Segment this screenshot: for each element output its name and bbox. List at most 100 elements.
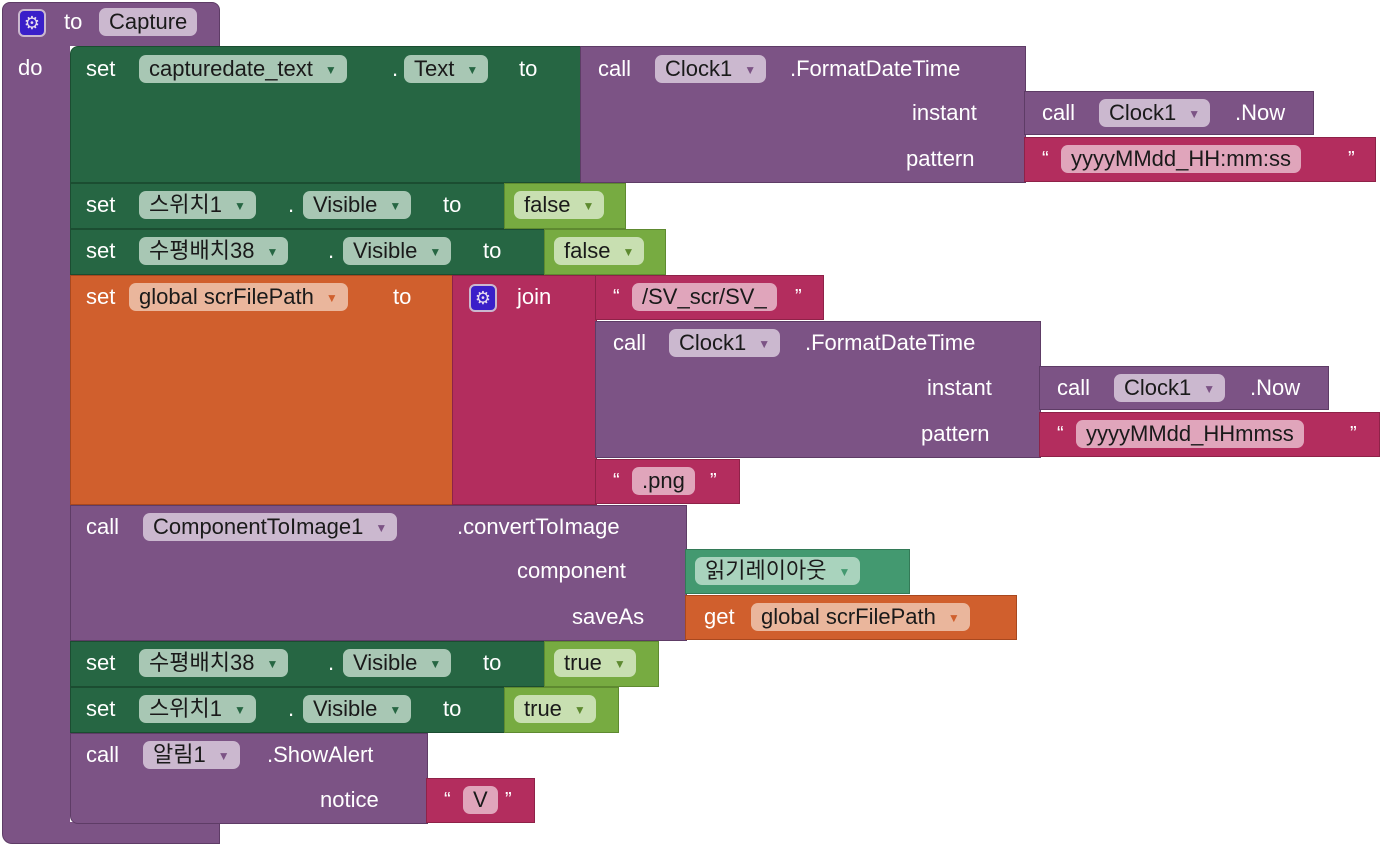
dropdown-arrow-icon: ▼ [947,611,960,625]
text-field[interactable]: .png [632,467,695,495]
pattern-label: pattern [906,146,975,171]
clock-dropdown[interactable]: Clock1 ▼ [655,55,767,83]
quote-close: ” [710,470,717,492]
property-dropdown[interactable]: Visible ▼ [303,695,412,723]
call-keyword: call [86,514,120,539]
text-field[interactable]: /SV_scr/SV_ [632,283,777,311]
instant-label: instant [912,100,977,125]
call-keyword: call [1057,375,1091,400]
boolean-value: true [524,696,562,721]
component-dropdown[interactable]: ComponentToImage1 ▼ [143,513,398,541]
to-keyword: to [393,284,412,309]
get-keyword: get [704,604,735,629]
dropdown-arrow-icon: ▼ [266,245,279,259]
dot: . [288,696,295,721]
component-value-dropdown[interactable]: 읽기레이아웃 ▼ [695,557,861,585]
quote-open: “ [613,470,620,492]
method-name: .Now [1250,375,1301,400]
pattern-text-field[interactable]: yyyyMMdd_HH:mm:ss [1061,145,1302,173]
dropdown-arrow-icon: ▼ [573,703,586,717]
method-name: .FormatDateTime [790,56,961,81]
quote-open: “ [613,286,620,308]
component-dropdown[interactable]: 수평배치38 ▼ [139,237,289,265]
boolean-value: false [524,192,571,217]
gear-icon[interactable]: ⚙ [469,284,497,312]
dropdown-arrow-icon: ▼ [758,337,771,351]
property-name: Text [414,56,455,81]
component-name: 알림1 [153,742,206,767]
variable-dropdown[interactable]: global scrFilePath ▼ [751,603,970,631]
clock-name: Clock1 [1124,375,1192,400]
dropdown-arrow-icon: ▼ [466,63,479,77]
method-name: .ShowAlert [267,742,374,767]
to-keyword: to [483,650,502,675]
join-label: join [517,284,552,309]
pattern-label: pattern [921,421,990,446]
gear-icon[interactable]: ⚙ [18,9,46,37]
component-dropdown[interactable]: 스위치1 ▼ [139,191,256,219]
property-dropdown[interactable]: Visible ▼ [303,191,412,219]
dropdown-arrow-icon: ▼ [622,245,635,259]
boolean-value: true [564,650,602,675]
dropdown-arrow-icon: ▼ [266,657,279,671]
property-dropdown[interactable]: Text ▼ [404,55,489,83]
component-name: capturedate_text [149,56,313,81]
property-dropdown[interactable]: Visible ▼ [343,649,452,677]
procedure-name-field[interactable]: Capture [99,8,198,36]
property-name: Visible [353,650,418,675]
property-name: Visible [353,238,418,263]
component-name: 수평배치38 [149,238,255,263]
dropdown-arrow-icon: ▼ [233,199,246,213]
notice-label: notice [320,787,379,812]
clock-dropdown[interactable]: Clock1 ▼ [1114,374,1226,402]
instant-label: instant [927,375,992,400]
component-dropdown[interactable]: 알림1 ▼ [143,741,240,769]
method-name: .convertToImage [457,514,620,539]
set-keyword: set [86,650,116,675]
variable-dropdown[interactable]: global scrFilePath ▼ [129,283,348,311]
do-keyword: do [18,55,43,80]
component-name: 수평배치38 [149,650,255,675]
dropdown-arrow-icon: ▼ [1203,382,1216,396]
method-name: .FormatDateTime [805,330,976,355]
boolean-dropdown[interactable]: true ▼ [514,695,596,723]
set-keyword: set [86,238,116,263]
component-name: ComponentToImage1 [153,514,364,539]
clock-dropdown[interactable]: Clock1 ▼ [669,329,781,357]
property-dropdown[interactable]: Visible ▼ [343,237,452,265]
set-keyword: set [86,284,116,309]
boolean-dropdown[interactable]: false ▼ [554,237,645,265]
component-dropdown[interactable]: 스위치1 ▼ [139,695,256,723]
quote-close: ” [795,286,802,308]
clock-dropdown[interactable]: Clock1 ▼ [1099,99,1211,127]
boolean-dropdown[interactable]: false ▼ [514,191,605,219]
boolean-value: false [564,238,611,263]
to-keyword: to [443,696,462,721]
dropdown-arrow-icon: ▼ [217,749,230,763]
quote-close: ” [1350,423,1357,445]
dropdown-arrow-icon: ▼ [324,63,337,77]
notice-text-field[interactable]: V [463,786,498,814]
component-dropdown[interactable]: capturedate_text ▼ [139,55,347,83]
dot: . [288,192,295,217]
component-dropdown[interactable]: 수평배치38 ▼ [139,649,289,677]
clock-name: Clock1 [1109,100,1177,125]
quote-open: “ [1057,423,1064,445]
clock-name: Clock1 [665,56,733,81]
property-name: Visible [313,192,378,217]
boolean-dropdown[interactable]: true ▼ [554,649,636,677]
call-keyword: call [613,330,647,355]
saveas-label: saveAs [572,604,645,629]
procedure-body-left [2,44,70,830]
to-keyword: to [443,192,462,217]
set-keyword: set [86,56,116,81]
component-name: 스위치1 [149,696,222,721]
dropdown-arrow-icon: ▼ [429,245,442,259]
procedure-footer [2,822,220,844]
pattern-text-field[interactable]: yyyyMMdd_HHmmss [1076,420,1304,448]
set-keyword: set [86,696,116,721]
dropdown-arrow-icon: ▼ [613,657,626,671]
set-keyword: set [86,192,116,217]
to-keyword: to [519,56,538,81]
component-value: 읽기레이아웃 [705,558,827,583]
